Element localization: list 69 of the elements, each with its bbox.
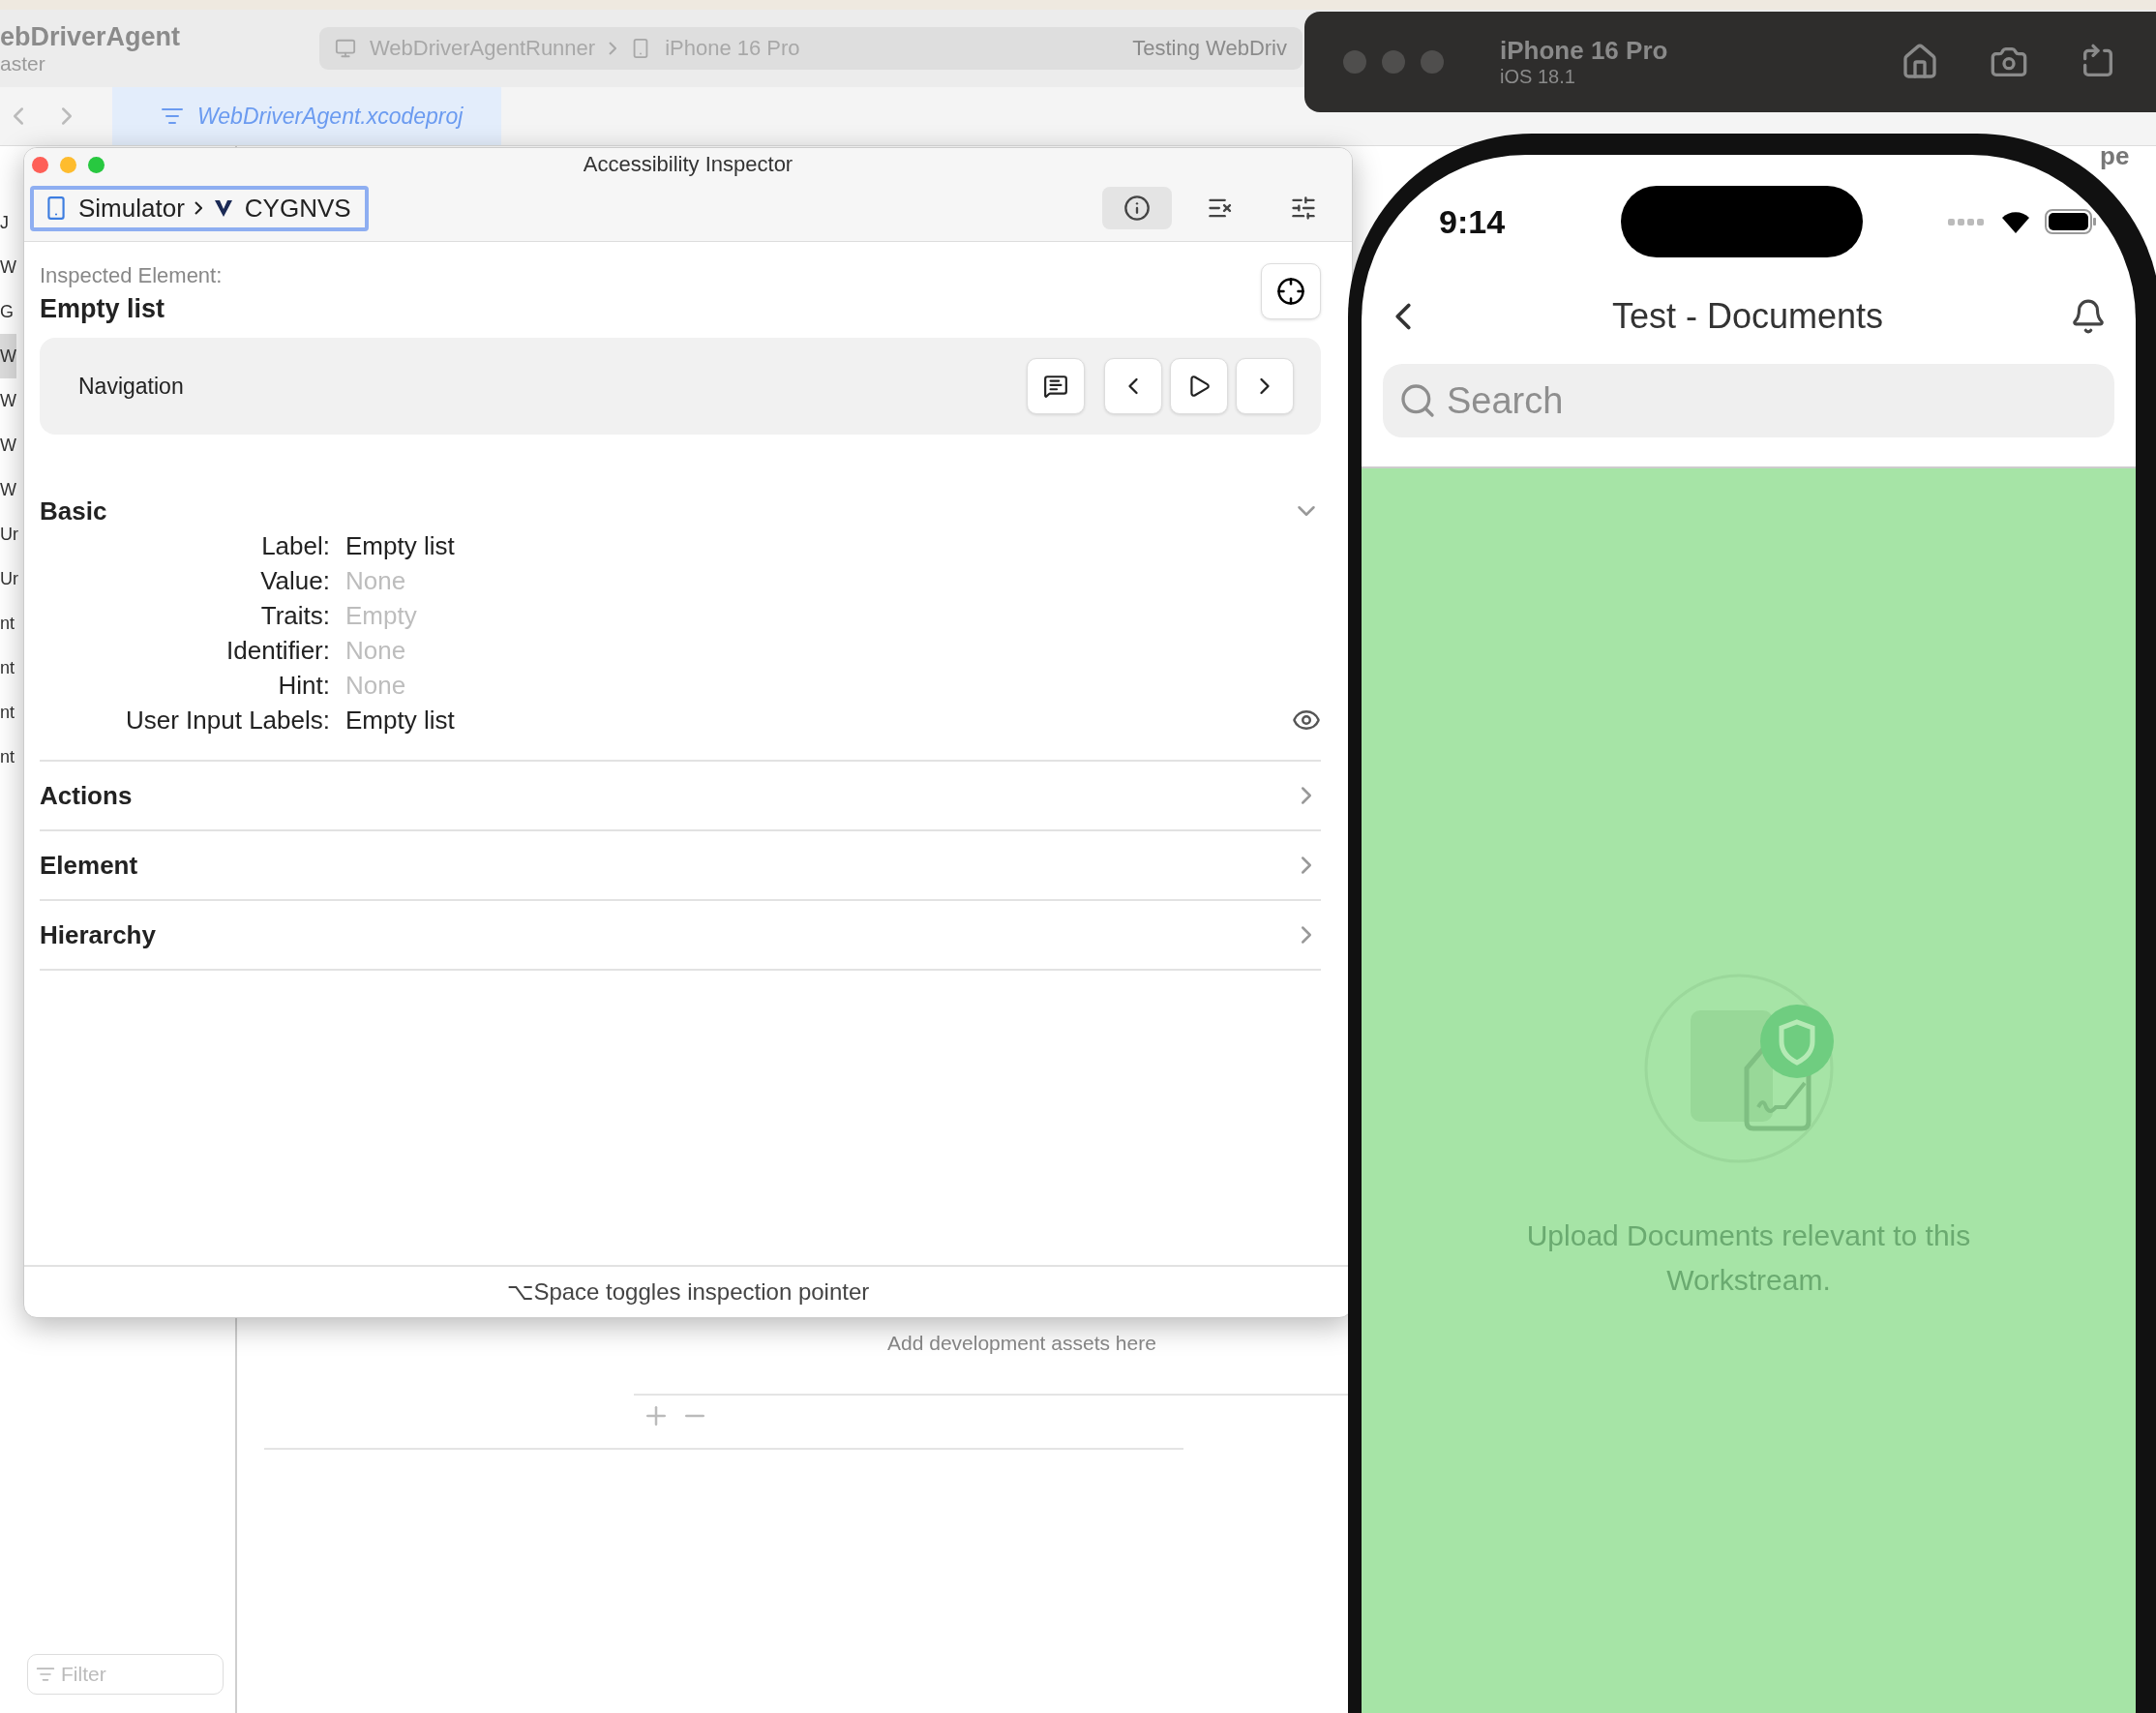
field-label: Label: [260, 531, 330, 560]
navigation-label: Navigation [78, 373, 184, 400]
os-version: iOS 18.1 [1500, 66, 1576, 88]
close-button[interactable] [32, 156, 48, 173]
field-label: Identifier: [225, 636, 330, 665]
sidebar-item[interactable]: J [0, 200, 9, 245]
device-icon [335, 38, 356, 59]
sidebar-item[interactable]: nt [0, 601, 15, 646]
minimize-button[interactable] [60, 156, 76, 173]
status-time: 9:14 [1439, 202, 1506, 241]
sidebar-item[interactable]: nt [0, 690, 15, 735]
section-title[interactable]: Hierarchy [40, 919, 156, 950]
target-selector[interactable]: Simulator CYGNVS [30, 185, 369, 231]
column-header: pe [2100, 141, 2130, 171]
section-title[interactable]: Element [40, 850, 138, 881]
field-label: Traits: [259, 601, 330, 630]
window-title: Accessibility Inspector [583, 152, 794, 177]
sidebar-item[interactable]: W [0, 423, 16, 467]
sidebar-item[interactable]: nt [0, 646, 15, 690]
field-value: None [345, 671, 407, 700]
field-value: Empty [345, 601, 418, 630]
chevron-icon [609, 42, 617, 55]
sidebar-item[interactable]: W [0, 334, 16, 378]
settings-icon [1290, 195, 1317, 222]
sidebar-item[interactable]: Ur [0, 512, 18, 556]
speech-bubble-icon [1043, 374, 1068, 399]
field-value: Empty list [345, 531, 456, 560]
activity-status: Testing WebDriv [1132, 36, 1287, 61]
assets-hint: Add development assets here [887, 1332, 1156, 1355]
branch-name: aster [0, 51, 46, 75]
sidebar-item[interactable]: G [0, 289, 14, 334]
zoom-button[interactable] [88, 156, 105, 173]
target-button[interactable] [1261, 263, 1321, 319]
inspection-tab[interactable] [1102, 187, 1172, 229]
field-value: None [345, 566, 407, 595]
field-label: Value: [259, 566, 330, 595]
inspected-heading: Inspected Element: [40, 263, 223, 288]
home-icon[interactable] [1901, 43, 1939, 81]
window-dot[interactable] [1343, 50, 1366, 74]
project-title: ebDriverAgent [0, 21, 182, 52]
window-dot[interactable] [1421, 50, 1444, 74]
wifi-icon [2000, 209, 2031, 234]
window-dot[interactable] [1382, 50, 1405, 74]
battery-icon [2045, 209, 2097, 234]
sidebar-item[interactable]: W [0, 378, 16, 423]
field-label: User Input Labels: [125, 706, 330, 736]
empty-message: Upload Documents relevant to this Workstream. [1525, 1218, 1972, 1298]
sidebar-item[interactable]: nt [0, 735, 15, 779]
screen-title: Test - Documents [1610, 296, 1885, 337]
sidebar-item[interactable]: W [0, 245, 16, 289]
element-name: Empty list [40, 294, 166, 324]
footer-hint: ⌥Space toggles inspection pointer [506, 1278, 870, 1306]
sidebar-item[interactable]: W [0, 467, 16, 512]
search-icon [1398, 381, 1437, 420]
device-name: iPhone 16 Pro [1500, 36, 1668, 66]
filter-icon [36, 1665, 55, 1684]
sidebar-item[interactable]: Ur [0, 556, 18, 601]
bell-icon[interactable] [2070, 298, 2107, 335]
play-button[interactable] [1170, 358, 1228, 414]
section-title[interactable]: Actions [40, 780, 133, 811]
field-label: Hint: [277, 671, 330, 700]
field-value: Empty list [345, 706, 456, 736]
signal-icon [1948, 217, 1987, 226]
info-icon [1123, 195, 1151, 222]
section-title[interactable]: Basic [40, 496, 107, 526]
field-value: None [345, 636, 407, 665]
speak-button[interactable] [1027, 358, 1085, 414]
crosshair-icon [1276, 277, 1305, 306]
chevron-icon [194, 201, 202, 215]
